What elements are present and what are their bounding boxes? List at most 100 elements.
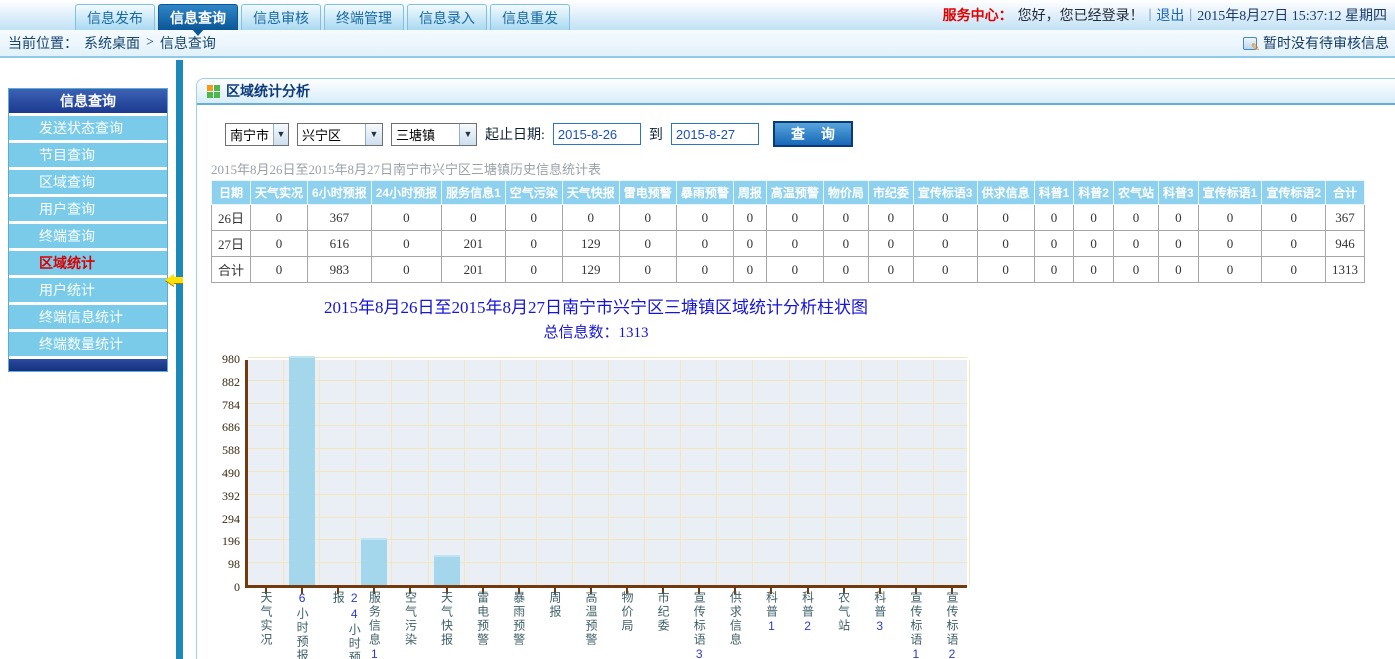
table-cell: 201 (442, 231, 506, 257)
gridline (572, 360, 573, 585)
table-cell: 983 (308, 257, 372, 283)
y-axis-labels: 098196294392490588686784882980 (211, 360, 245, 588)
x-axis-label: 物价局 (619, 591, 635, 633)
town-select[interactable]: 三塘镇 ▼ (391, 123, 477, 146)
table-cell: 0 (733, 231, 766, 257)
y-axis-tick: 196 (222, 534, 240, 549)
date-from-input[interactable] (553, 123, 641, 145)
chevron-down-icon: ▼ (459, 124, 476, 145)
y-axis-tick: 686 (222, 420, 240, 435)
table-cell: 0 (676, 205, 733, 231)
breadcrumb: 当前位置： 系统桌面 > 信息查询 (8, 33, 216, 53)
table-cell: 0 (1158, 205, 1198, 231)
table-cell: 0 (913, 257, 977, 283)
gridline (969, 360, 970, 585)
x-axis-label: 供求信息 (727, 591, 743, 647)
sidebar-item-user-stats[interactable]: 用户统计 (9, 278, 167, 305)
sidebar-collapse-arrow[interactable] (165, 274, 183, 286)
separator: | (1149, 7, 1152, 23)
breadcrumb-current[interactable]: 信息查询 (160, 33, 216, 53)
table-header-cell: 物价局 (823, 181, 868, 205)
nav-tab-info-review[interactable]: 信息审核 (241, 4, 321, 30)
table-cell: 946 (1326, 231, 1365, 257)
sidebar-item-user-query[interactable]: 用户查询 (9, 197, 167, 224)
gridline (464, 360, 465, 585)
table-cell: 0 (766, 231, 823, 257)
chevron-down-icon: ▼ (365, 124, 382, 145)
filter-row: 南宁市 ▼ 兴宁区 ▼ 三塘镇 ▼ 起止日期: 到 查 询 (225, 121, 1395, 147)
arrow-tail (174, 277, 183, 283)
x-axis-label: 高温预警 (583, 591, 599, 647)
table-cell: 0 (505, 205, 562, 231)
gridline (752, 360, 753, 585)
nav-tab-info-resend[interactable]: 信息重发 (490, 4, 570, 30)
table-cell: 0 (977, 257, 1034, 283)
table-cell: 616 (308, 231, 372, 257)
table-header-cell: 宣传标语3 (913, 181, 977, 205)
table-cell: 0 (1158, 231, 1198, 257)
table-cell: 0 (1034, 257, 1074, 283)
nav-tab-info-publish[interactable]: 信息发布 (75, 4, 155, 30)
x-axis-label: 6小时预报 (294, 591, 310, 659)
table-header-cell: 日期 (212, 181, 251, 205)
x-axis-label: 空气污染 (402, 591, 418, 647)
table-header-cell: 科普3 (1158, 181, 1198, 205)
logout-link[interactable]: 退出 (1156, 5, 1184, 25)
plot (245, 360, 967, 588)
table-header-cell: 宣传标语1 (1198, 181, 1262, 205)
table-cell: 0 (868, 205, 913, 231)
sidebar-item-terminal-query[interactable]: 终端查询 (9, 224, 167, 251)
table-row: 27日06160201012900000000000000946 (212, 231, 1365, 257)
nav-tab-info-query[interactable]: 信息查询 (158, 4, 238, 30)
table-cell: 0 (251, 257, 308, 283)
location-label: 当前位置： (8, 33, 78, 53)
table-cell: 0 (371, 205, 441, 231)
pending-notice-text: 暂时没有待审核信息 (1263, 33, 1389, 53)
gridline (680, 360, 681, 585)
sidebar-item-region-query[interactable]: 区域查询 (9, 170, 167, 197)
table-cell: 0 (619, 231, 676, 257)
x-axis-label: 市纪委 (655, 591, 671, 633)
breadcrumb-separator: > (146, 35, 154, 51)
table-header-cell: 暴雨预警 (676, 181, 733, 205)
x-axis-labels: 天气实况6小时预报24小时预报服务信息1空气污染天气快报雷电预警暴雨预警周报高温… (248, 588, 970, 659)
date-to-input[interactable] (671, 123, 759, 145)
table-cell: 合计 (212, 257, 251, 283)
nav-tab-terminal-manage[interactable]: 终端管理 (324, 4, 404, 30)
table-cell: 0 (766, 205, 823, 231)
x-axis-label: 科普2 (800, 591, 816, 635)
sidebar-item-terminal-info-stats[interactable]: 终端信息统计 (9, 305, 167, 332)
city-select[interactable]: 南宁市 ▼ (225, 123, 289, 146)
sidebar-item-program-query[interactable]: 节目查询 (9, 143, 167, 170)
query-button[interactable]: 查 询 (773, 121, 853, 147)
table-caption: 2015年8月26日至2015年8月27日南宁市兴宁区三塘镇历史信息统计表 (211, 159, 1395, 178)
table-cell: 0 (868, 231, 913, 257)
city-select-value: 南宁市 (226, 125, 273, 144)
table-cell: 0 (1113, 205, 1158, 231)
session-info: 服务中心： 您好，您已经登录！ | 退出 | 2015年8月27日 15:37:… (943, 0, 1387, 30)
sidebar-item-terminal-count-stats[interactable]: 终端数量统计 (9, 332, 167, 359)
table-header-cell: 供求信息 (977, 181, 1034, 205)
grid-squares-icon (207, 85, 220, 98)
table-cell: 0 (371, 257, 441, 283)
nav-tab-info-entry[interactable]: 信息录入 (407, 4, 487, 30)
table-cell: 0 (1034, 231, 1074, 257)
gridline (789, 360, 790, 585)
district-select[interactable]: 兴宁区 ▼ (297, 123, 383, 146)
table-cell: 0 (1158, 257, 1198, 283)
greeting-text: 您好，您已经登录！ (1018, 5, 1144, 25)
table-header-cell: 天气快报 (562, 181, 619, 205)
gridline (355, 360, 356, 585)
sidebar-item-region-stats[interactable]: 区域统计 (9, 251, 167, 278)
table-header-cell: 雷电预警 (619, 181, 676, 205)
table-cell: 0 (1198, 231, 1262, 257)
stats-table: 日期天气实况6小时预报24小时预报服务信息1空气污染天气快报雷电预警暴雨预警周报… (211, 180, 1365, 283)
bar (434, 555, 460, 585)
table-cell: 27日 (212, 231, 251, 257)
breadcrumb-root[interactable]: 系统桌面 (84, 33, 140, 53)
y-axis-tick: 882 (222, 375, 240, 390)
x-axis-label: 科普1 (763, 591, 779, 635)
to-label: 到 (649, 124, 663, 144)
sidebar-item-send-status-query[interactable]: 发送状态查询 (9, 116, 167, 143)
gridline (716, 360, 717, 585)
